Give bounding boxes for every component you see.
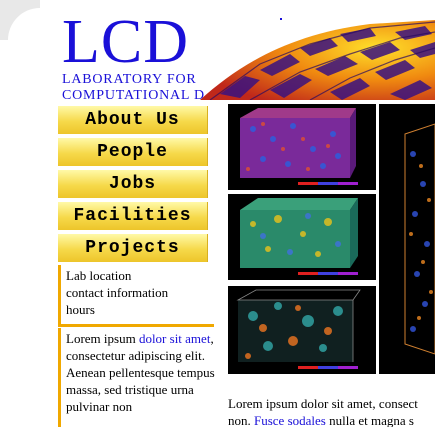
main-text-line2-pre: non. bbox=[228, 413, 254, 427]
nav-people[interactable]: People bbox=[58, 138, 208, 166]
nav-facilities[interactable]: Facilities bbox=[58, 202, 208, 230]
lab-info-box: Lab location contact information hours bbox=[58, 265, 214, 327]
visualization-image-3 bbox=[228, 286, 376, 374]
nav-jobs[interactable]: Jobs bbox=[58, 170, 208, 198]
main-text-line2-post: nulla et magna s bbox=[325, 413, 414, 427]
main-content-text: Lorem ipsum dolor sit amet, consect non.… bbox=[228, 395, 435, 427]
nav-projects[interactable]: Projects bbox=[58, 234, 208, 262]
sidebar-text-pre: Lorem ipsum bbox=[66, 331, 139, 346]
main-text-line1: Lorem ipsum dolor sit amet, consect bbox=[228, 396, 418, 411]
nav-about-us[interactable]: About Us bbox=[58, 106, 208, 134]
visualization-image-1 bbox=[228, 104, 376, 190]
sidebar-link[interactable]: dolor sit amet bbox=[139, 331, 211, 346]
site-logo[interactable]: LCD LABORATORY FOR COMPUTATIONAL D bbox=[62, 8, 205, 104]
logo-title: LCD bbox=[62, 8, 189, 76]
logo-subtitle-line2: COMPUTATIONAL D bbox=[62, 88, 205, 103]
contact-info-text: contact information bbox=[66, 285, 169, 300]
page: LCD LABORATORY FOR COMPUTATIONAL D About… bbox=[0, 0, 435, 427]
hours-text: hours bbox=[66, 302, 95, 317]
sidebar-text: Lorem ipsum dolor sit amet, consectetur … bbox=[58, 328, 216, 427]
logo-subtitle-line1: LABORATORY FOR bbox=[62, 72, 197, 87]
main-nav: About Us People Jobs Facilities Projects bbox=[58, 106, 208, 266]
lab-location-text: Lab location bbox=[66, 268, 132, 283]
visualization-image-2 bbox=[228, 194, 376, 280]
page-corner-round bbox=[8, 8, 68, 68]
main-text-link[interactable]: Fusce sodales bbox=[254, 413, 326, 427]
visualization-image-large bbox=[379, 104, 435, 374]
header-banner-image bbox=[200, 18, 435, 100]
main-text-line2: non. Fusce sodales nulla et magna s bbox=[228, 412, 435, 427]
